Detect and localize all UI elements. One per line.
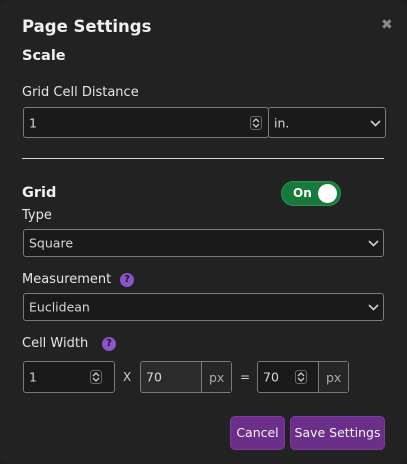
multiply-symbol: X xyxy=(123,370,132,384)
save-settings-button[interactable]: Save Settings xyxy=(290,416,385,450)
chevron-down-icon xyxy=(368,300,379,315)
type-label: Type xyxy=(22,208,52,223)
measurement-label: Measurement xyxy=(22,272,112,287)
help-icon[interactable]: ? xyxy=(120,273,134,287)
toggle-knob xyxy=(318,184,337,203)
unit-select-value: in. xyxy=(274,115,290,130)
equals-symbol: = xyxy=(240,370,251,384)
section-divider xyxy=(22,158,384,159)
pixel-size-input[interactable]: 70 px xyxy=(257,361,349,393)
px-unit-label: px xyxy=(209,370,225,385)
cell-width-label: Cell Width xyxy=(22,336,89,351)
grid-cell-distance-value: 1 xyxy=(29,115,37,130)
scale-heading: Scale xyxy=(22,48,66,64)
cell-width-input[interactable]: 1 xyxy=(23,361,115,393)
type-select[interactable]: Square xyxy=(23,229,384,257)
page-settings-dialog: Page Settings ✖ Scale Grid Cell Distance… xyxy=(0,0,407,464)
grid-cell-distance-input[interactable]: 1 xyxy=(23,107,269,138)
grid-toggle[interactable]: On xyxy=(281,181,341,206)
cell-width-value: 1 xyxy=(29,369,37,385)
spinner-icon[interactable] xyxy=(250,115,262,130)
pixel-width-readonly: 70 px xyxy=(140,361,232,393)
spinner-icon[interactable] xyxy=(295,370,307,384)
unit-select[interactable]: in. xyxy=(268,107,386,138)
grid-heading: Grid xyxy=(22,185,57,201)
chevron-down-icon xyxy=(370,115,381,130)
cancel-button[interactable]: Cancel xyxy=(230,416,285,450)
px-unit-label: px xyxy=(326,370,342,385)
type-select-value: Square xyxy=(29,235,74,251)
px-unit-addon: px xyxy=(201,362,231,392)
pixel-width-value: 70 xyxy=(146,369,162,385)
close-icon[interactable]: ✖ xyxy=(381,17,393,33)
pixel-size-value: 70 xyxy=(263,369,279,385)
measurement-select-value: Euclidean xyxy=(29,299,90,315)
grid-toggle-label: On xyxy=(293,186,312,200)
chevron-down-icon xyxy=(368,236,379,251)
grid-cell-distance-label: Grid Cell Distance xyxy=(22,85,139,100)
measurement-select[interactable]: Euclidean xyxy=(23,293,384,321)
spinner-icon[interactable] xyxy=(90,370,102,384)
help-icon[interactable]: ? xyxy=(102,337,116,351)
px-unit-addon: px xyxy=(318,362,348,392)
dialog-title: Page Settings xyxy=(22,17,152,36)
